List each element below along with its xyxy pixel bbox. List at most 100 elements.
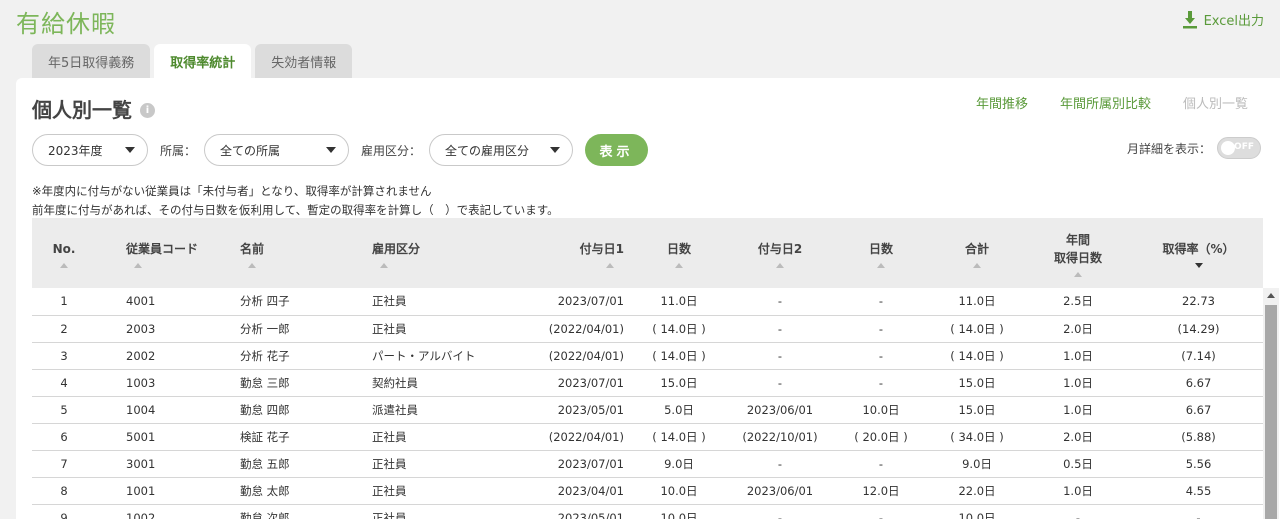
col-header-code[interactable]: 従業員コード (96, 218, 218, 288)
cell-days2: 12.0日 (830, 477, 932, 505)
cell-grant1: (2022/04/01) (478, 423, 628, 451)
cell-code: 5001 (96, 423, 218, 451)
table-row[interactable]: 6 5001 検証 花子 正社員 (2022/04/01)( 14.0日 ) (2022/… (32, 423, 1263, 451)
col-header-days2[interactable]: 日数 (830, 218, 932, 288)
cell-grant1: 2023/07/01 (478, 450, 628, 478)
cell-days2: - (830, 288, 932, 316)
section-heading: 個人別一覧 i (32, 94, 155, 123)
cell-name: 勤怠 五郎 (218, 450, 348, 478)
col-header-rate[interactable]: 取得率（%） (1134, 218, 1263, 288)
table-row[interactable]: 4 1003 勤怠 三郎 契約社員 2023/07/01 15.0日 - -15.0日 1.0日… (32, 369, 1263, 397)
cell-code: 1002 (96, 504, 218, 519)
dept-select[interactable]: 全ての所属 (204, 134, 350, 166)
info-icon[interactable]: i (140, 102, 155, 118)
cell-annual-taken: 2.5日 (1022, 288, 1134, 316)
cell-days2: ( 20.0日 ) (830, 423, 932, 451)
cell-rate: (7.14) (1134, 342, 1263, 370)
tab-annual-5days[interactable]: 年5日取得義務 (32, 44, 151, 78)
cell-employment: 正社員 (348, 288, 478, 316)
cell-rate: 22.73 (1134, 288, 1263, 316)
table-row[interactable]: 3 2002 分析 花子 パート・アルバイト (2022/04/01)( 14.0日 )… (32, 342, 1263, 370)
table-row[interactable]: 8 1001 勤怠 太郎 正社員 2023/04/01 10.0日 2023/06/01 12… (32, 477, 1263, 505)
cell-total: 11.0日 (932, 288, 1022, 316)
show-button[interactable]: 表示 (585, 134, 649, 166)
cell-employment: 正社員 (348, 450, 478, 478)
cell-grant2: 2023/06/01 (730, 477, 830, 505)
cell-total: 10.0日 (932, 504, 1022, 519)
cell-days2: - (830, 450, 932, 478)
view-switcher: 年間推移 年間所属別比較 個人別一覧 (976, 93, 1248, 112)
cell-name: 分析 一郎 (218, 315, 348, 343)
dept-filter-label: 所属： (160, 143, 197, 158)
cell-code: 4001 (96, 288, 218, 316)
year-select-value: 2023年度 (48, 143, 103, 158)
chevron-down-icon (550, 147, 561, 153)
month-detail-toggle[interactable]: OFF (1217, 137, 1261, 159)
view-link-annual-trend[interactable]: 年間推移 (976, 93, 1028, 112)
cell-days1: 11.0日 (628, 288, 730, 316)
month-detail-label: 月詳細を表示： (1126, 141, 1211, 156)
col-header-days1[interactable]: 日数 (628, 218, 730, 288)
scroll-thumb[interactable] (1265, 305, 1277, 519)
col-header-name[interactable]: 名前 (218, 218, 348, 288)
cell-name: 勤怠 次郎 (218, 504, 348, 519)
chevron-down-icon (125, 147, 135, 153)
chevron-down-icon (326, 147, 337, 153)
cell-code: 2003 (96, 315, 218, 343)
cell-code: 3001 (96, 450, 218, 478)
col-header-total[interactable]: 合計 (932, 218, 1022, 288)
sort-up-icon (248, 262, 256, 268)
cell-name: 分析 花子 (218, 342, 348, 370)
cell-rate: 5.56 (1134, 450, 1263, 478)
sort-up-icon (134, 262, 142, 268)
table-header-row: No. 従業員コード 名前 雇用区分 付与日1 日数 付与日2 日数 合計 年間… (32, 218, 1263, 288)
month-detail-control: 月詳細を表示： OFF (1127, 137, 1261, 159)
page-title: 有給休暇 (16, 10, 116, 38)
download-icon (1182, 10, 1197, 28)
table-row[interactable]: 1 4001 分析 四子 正社員 2023/07/01 11.0日 - -11.0日 2.5日 2… (32, 288, 1263, 316)
sort-up-icon (877, 262, 885, 268)
sort-up-icon (776, 262, 784, 268)
col-header-grant1[interactable]: 付与日1 (478, 218, 628, 288)
tab-expired-info[interactable]: 失効者情報 (255, 44, 353, 78)
cell-grant2: (2022/10/01) (730, 423, 830, 451)
tab-bar: 年5日取得義務 取得率統計 失効者情報 (32, 44, 353, 78)
cell-annual-taken: 1.0日 (1022, 396, 1134, 424)
section-title: 個人別一覧 (32, 98, 132, 122)
cell-no: 7 (32, 450, 96, 478)
col-header-no[interactable]: No. (32, 218, 96, 288)
cell-rate: 6.67 (1134, 396, 1263, 424)
table-row[interactable]: 2 2003 分析 一郎 正社員 (2022/04/01)( 14.0日 ) - -( 14… (32, 315, 1263, 343)
cell-rate: (14.29) (1134, 315, 1263, 343)
cell-days1: 5.0日 (628, 396, 730, 424)
cell-total: 22.0日 (932, 477, 1022, 505)
year-select[interactable]: 2023年度 (32, 134, 148, 166)
vertical-scrollbar[interactable] (1263, 288, 1279, 519)
view-link-dept-comparison[interactable]: 年間所属別比較 (1060, 93, 1151, 112)
col-header-employment[interactable]: 雇用区分 (348, 218, 478, 288)
table-row[interactable]: 5 1004 勤怠 四郎 派遣社員 2023/05/01 5.0日 2023/06/01 10… (32, 396, 1263, 424)
table-row[interactable]: 7 3001 勤怠 五郎 正社員 2023/07/01 9.0日 - -9.0日 0.5日 5.5… (32, 450, 1263, 478)
cell-days1: 10.0日 (628, 504, 730, 519)
cell-days1: ( 14.0日 ) (628, 423, 730, 451)
cell-annual-taken: 1.0日 (1022, 477, 1134, 505)
table-row[interactable]: 9 1002 勤怠 次郎 正社員 2023/05/01 10.0日 - -10.0日 - - (32, 504, 1263, 519)
excel-export-label: Excel出力 (1203, 14, 1264, 29)
tab-acquisition-rate[interactable]: 取得率統計 (154, 44, 252, 78)
table-container: No. 従業員コード 名前 雇用区分 付与日1 日数 付与日2 日数 合計 年間… (32, 218, 1279, 519)
cell-days2: - (830, 369, 932, 397)
cell-grant1: (2022/04/01) (478, 315, 628, 343)
cell-annual-taken: 2.0日 (1022, 315, 1134, 343)
toggle-state-label: OFF (1234, 142, 1254, 152)
excel-export-button[interactable]: Excel出力 (1182, 10, 1264, 29)
notes: ※年度内に付与がない従業員は「未付与者」となり、取得率が計算されません 前年度に… (32, 182, 559, 220)
cell-employment: 契約社員 (348, 369, 478, 397)
employment-select[interactable]: 全ての雇用区分 (429, 134, 574, 166)
cell-no: 5 (32, 396, 96, 424)
cell-grant2: - (730, 369, 830, 397)
scroll-up-icon[interactable] (1267, 293, 1275, 298)
note-line: ※年度内に付与がない従業員は「未付与者」となり、取得率が計算されません (32, 184, 432, 198)
col-header-annual-taken[interactable]: 年間 取得日数 (1022, 218, 1134, 288)
col-header-grant2[interactable]: 付与日2 (730, 218, 830, 288)
cell-annual-taken: - (1022, 504, 1134, 519)
